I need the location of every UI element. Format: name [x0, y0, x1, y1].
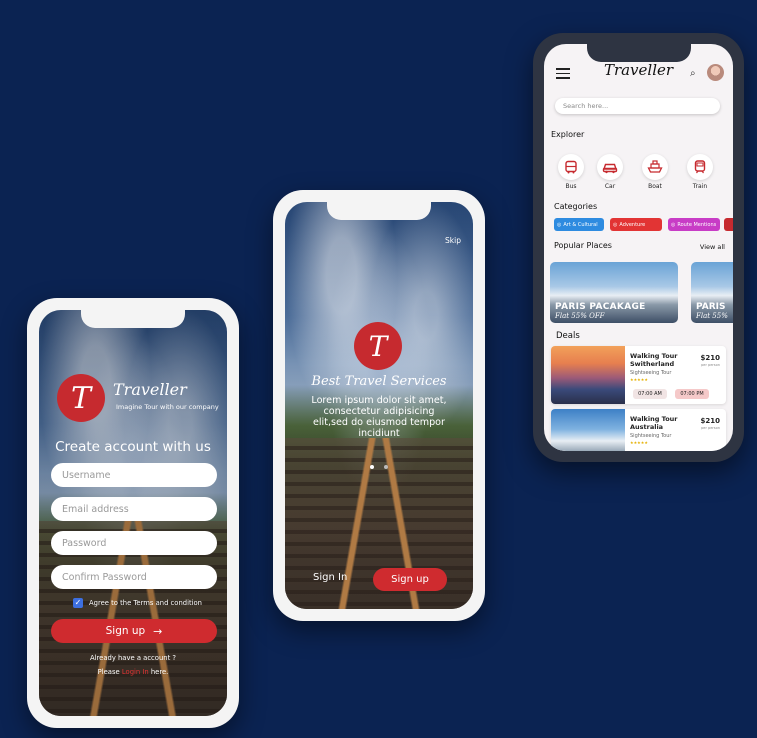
adventure-icon: ◎	[613, 221, 618, 228]
login-prompt: Please Login In here.	[97, 668, 169, 676]
onboarding-headline: Best Travel Services	[311, 374, 447, 389]
deal-photo	[551, 346, 625, 404]
deal-card[interactable]: Walking Tour Switherland Sightseeing Tou…	[551, 346, 726, 404]
signin-button[interactable]: Sign In	[313, 572, 347, 583]
mode-bus[interactable]: Bus	[557, 154, 585, 190]
login-link[interactable]: Login In	[122, 668, 149, 676]
search-input[interactable]: Search here...	[555, 98, 720, 114]
place-offer: Flat 55% OFF	[555, 312, 605, 320]
deal-per: per person	[701, 426, 720, 430]
page-title: Create account with us	[55, 439, 211, 455]
deal-subtitle: Switherland	[630, 360, 675, 368]
category-chip-more[interactable]	[724, 218, 733, 231]
brand-logo: T	[354, 322, 402, 370]
train-icon	[687, 154, 713, 180]
signup-phone: T Traveller Imagine Tour with our compan…	[27, 298, 239, 728]
deal-per: per person	[701, 363, 720, 367]
rating-stars: ★★★★★	[630, 440, 648, 445]
category-chip-adventure[interactable]: ◎ Adventure	[610, 218, 662, 231]
home-screen: Traveller ⌕ Search here... Explorer Bus …	[544, 44, 733, 451]
signup-screen: T Traveller Imagine Tour with our compan…	[39, 310, 227, 716]
place-card[interactable]: PARIS PACAKAGE Flat 55% OFF	[550, 262, 678, 323]
notch	[327, 202, 431, 220]
app-title: Traveller	[603, 61, 674, 79]
category-chip-route[interactable]: ◎ Route Mentions	[668, 218, 720, 231]
categories-title: Categories	[554, 202, 598, 211]
arrow-right-icon: →	[153, 624, 163, 638]
view-all-link[interactable]: View all	[700, 243, 725, 251]
mode-boat[interactable]: Boat	[641, 154, 669, 190]
notch	[586, 44, 691, 62]
onboarding-body: Lorem ipsum dolor sit amet, consectetur …	[311, 395, 447, 439]
confirm-password-field[interactable]: Confirm Password	[51, 565, 217, 589]
deal-photo	[551, 409, 625, 451]
page-indicator	[285, 454, 473, 473]
mode-car[interactable]: Car	[596, 154, 624, 190]
search-icon[interactable]: ⌕	[690, 68, 696, 79]
password-field[interactable]: Password	[51, 531, 217, 555]
time-slot[interactable]: 07:00 AM	[633, 389, 667, 399]
category-chip-art[interactable]: ◎ Art & Cultural	[554, 218, 604, 231]
email-field[interactable]: Email address	[51, 497, 217, 521]
brand-logo: T	[57, 374, 105, 422]
mode-train[interactable]: Train	[686, 154, 714, 190]
page-dot-active	[370, 465, 375, 469]
signup-button[interactable]: Sign up →	[51, 619, 217, 643]
terms-label: Agree to the Terms and condition	[89, 599, 202, 607]
signup-button[interactable]: Sign up	[373, 568, 447, 591]
place-offer: Flat 55%	[696, 312, 728, 320]
place-card[interactable]: PARIS Flat 55%	[691, 262, 733, 323]
brand-name: Traveller	[113, 380, 187, 399]
place-title: PARIS PACAKAGE	[555, 302, 646, 312]
bus-icon	[558, 154, 584, 180]
deal-type: Sightseeing Tour	[630, 370, 672, 376]
time-slot[interactable]: 07:00 PM	[675, 389, 709, 399]
deal-title: Walking Tour	[630, 415, 678, 423]
rating-stars: ★★★★★	[630, 377, 648, 382]
terms-checkbox[interactable]: ✓	[73, 598, 83, 608]
car-icon	[597, 154, 623, 180]
place-title: PARIS	[696, 302, 726, 312]
home-phone: Traveller ⌕ Search here... Explorer Bus …	[533, 33, 744, 462]
deal-card[interactable]: Walking Tour Australia Sightseeing Tour …	[551, 409, 726, 451]
route-icon: ◎	[671, 221, 676, 228]
brand-tagline: Imagine Tour with our company	[116, 403, 219, 411]
art-icon: ◎	[557, 221, 562, 228]
deals-title: Deals	[556, 331, 580, 341]
deal-price: $210	[700, 354, 720, 362]
onboarding-phone: Skip T Best Travel Services Lorem ipsum …	[273, 190, 485, 621]
page-dot	[383, 465, 388, 469]
categories-row: ◎ Art & Cultural ◎ Adventure ◎ Route Mentio…	[554, 218, 733, 231]
skip-link[interactable]: Skip	[445, 236, 461, 245]
deal-price: $210	[700, 417, 720, 425]
onboarding-screen: Skip T Best Travel Services Lorem ipsum …	[285, 202, 473, 609]
boat-icon	[642, 154, 668, 180]
popular-title: Popular Places	[554, 241, 612, 250]
username-field[interactable]: Username	[51, 463, 217, 487]
notch	[81, 310, 185, 328]
already-account-text: Already have a account ?	[89, 654, 177, 662]
avatar[interactable]	[707, 64, 724, 81]
deal-title: Walking Tour	[630, 352, 678, 360]
deal-type: Sightseeing Tour	[630, 433, 672, 439]
explorer-title: Explorer	[551, 130, 585, 139]
deal-subtitle: Australia	[630, 423, 664, 431]
